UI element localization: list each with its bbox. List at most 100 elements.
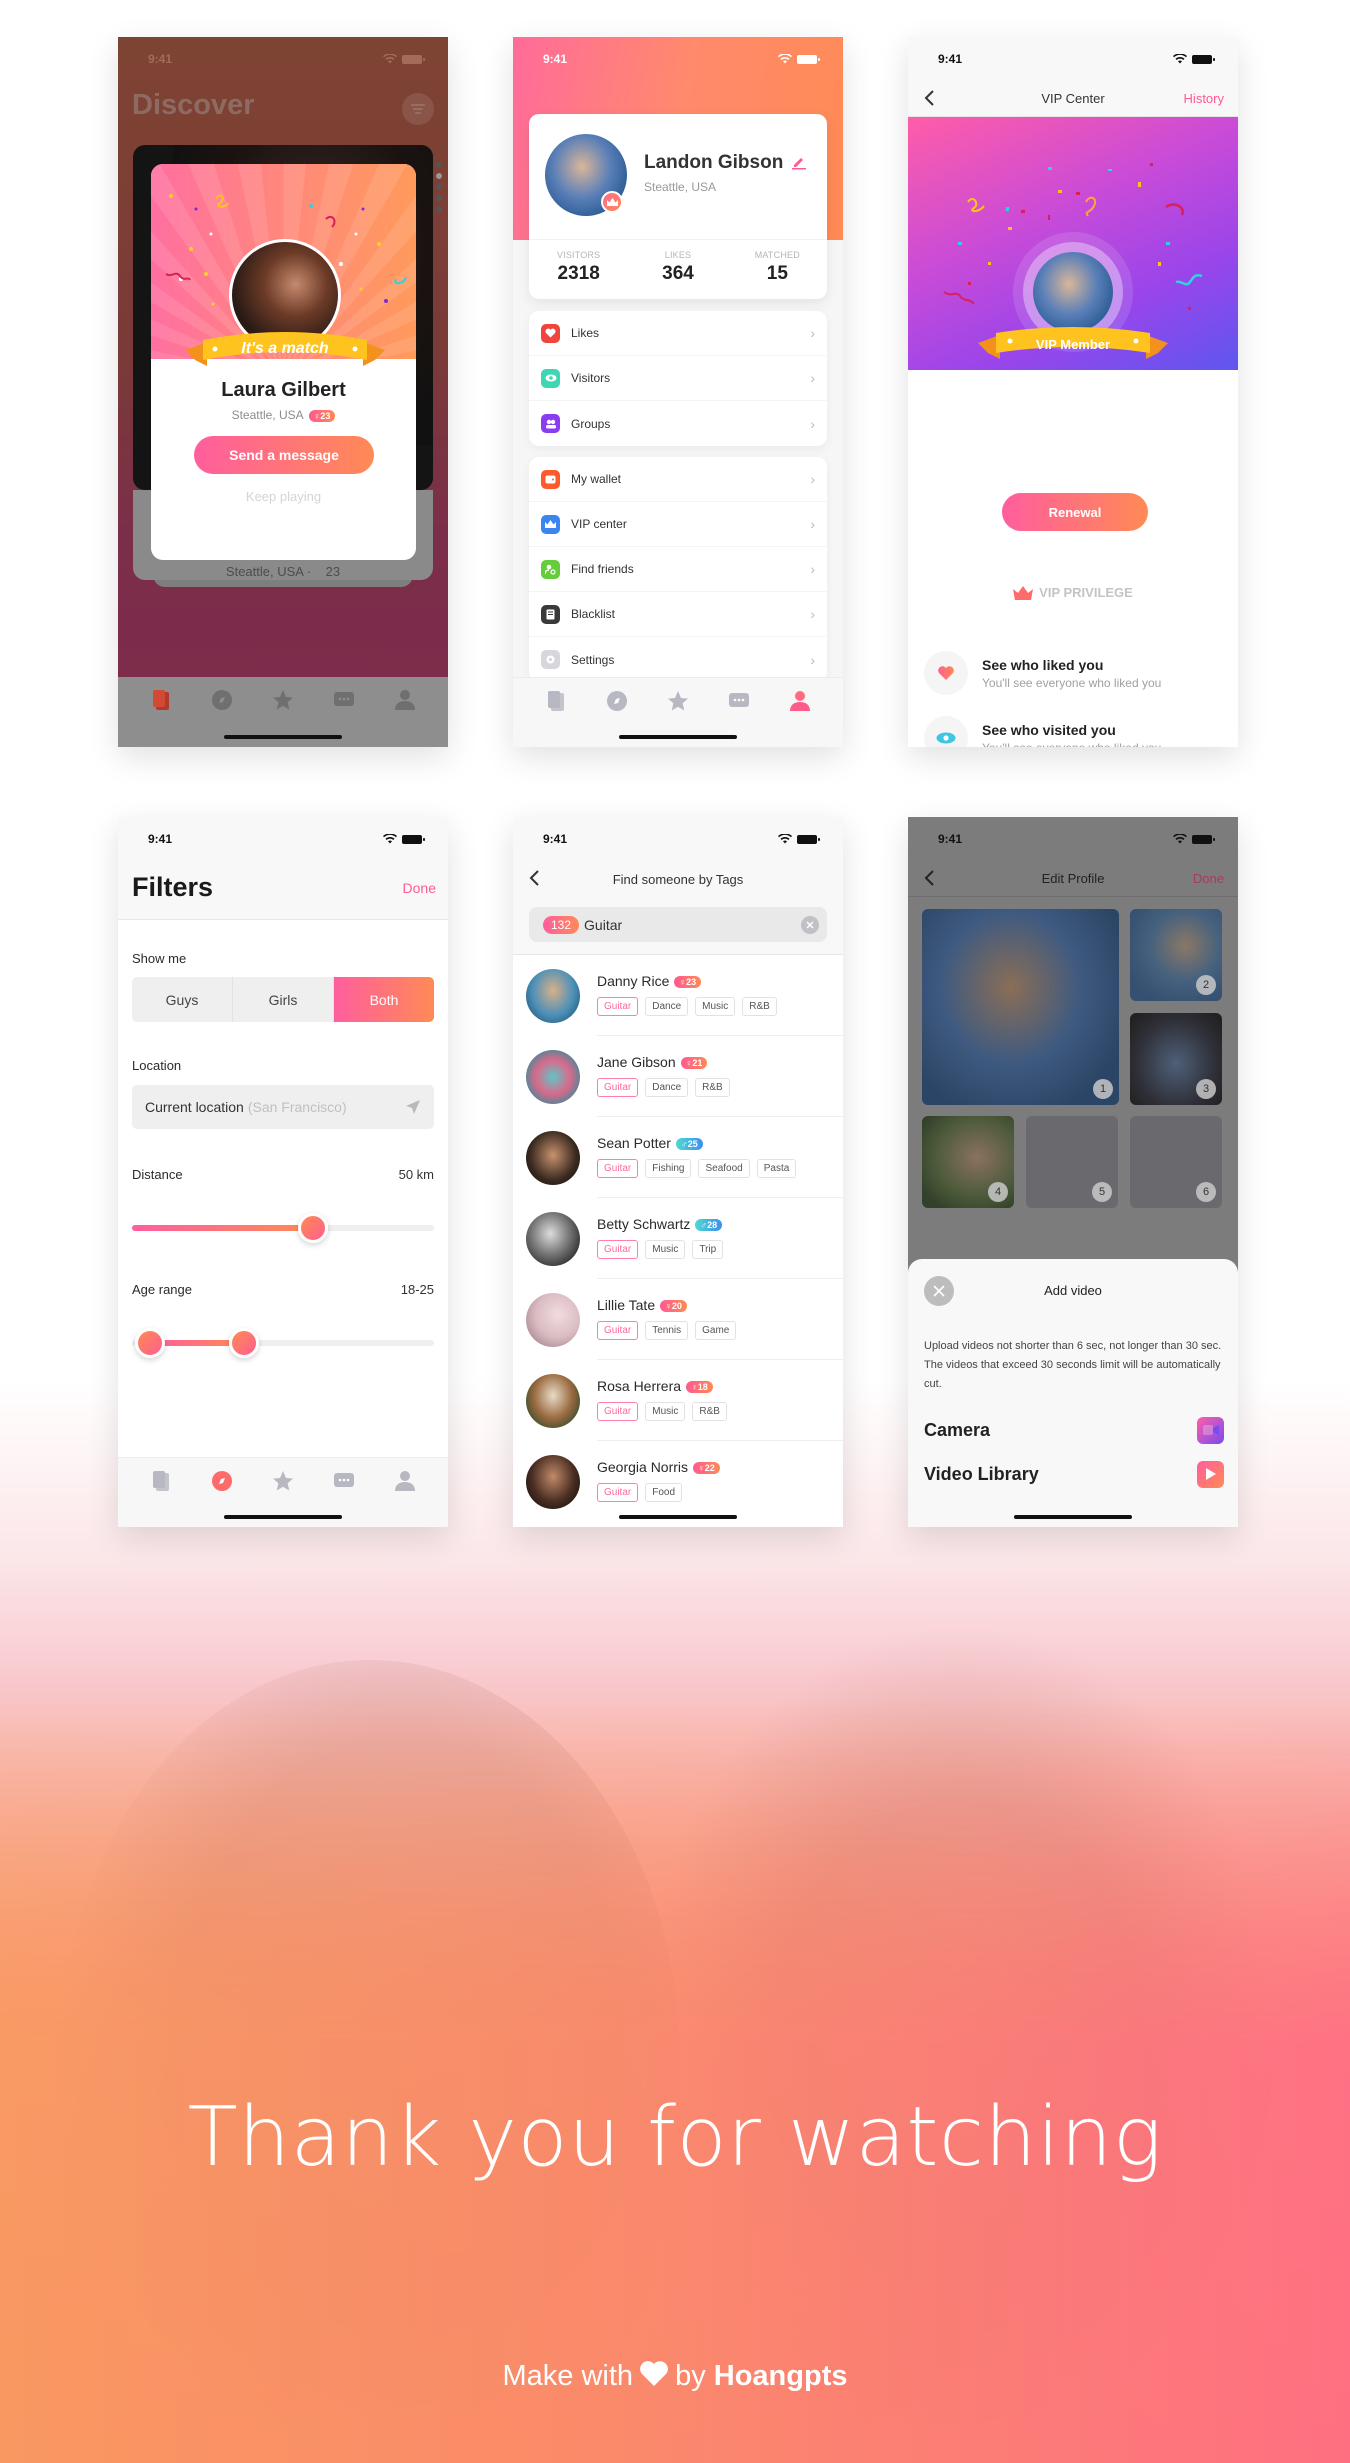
result-row[interactable]: Lillie Tate ♀20 Guitar Tennis Game [513, 1279, 843, 1360]
tag-chip[interactable]: Guitar [597, 1402, 639, 1421]
tag-chip[interactable]: Guitar [597, 1240, 639, 1259]
menu-item-settings[interactable]: Settings › [529, 637, 827, 682]
tab-favorites[interactable] [665, 688, 691, 714]
menu-item-blacklist[interactable]: Blacklist › [529, 592, 827, 637]
menu-item-visitors[interactable]: Visitors › [529, 356, 827, 401]
filter-button[interactable] [402, 93, 434, 125]
result-row[interactable]: Danny Rice ♀23 Guitar Dance Music R&B [513, 955, 843, 1036]
distance-slider-thumb[interactable] [298, 1213, 329, 1243]
stat-likes[interactable]: LIKES 364 [628, 240, 727, 299]
avatar[interactable] [526, 1455, 580, 1509]
age-max-thumb[interactable] [228, 1328, 259, 1358]
tab-messages[interactable] [331, 687, 357, 713]
photo-slot-6[interactable]: 6 [1130, 1116, 1222, 1208]
tag-chip[interactable]: R&B [692, 1402, 727, 1421]
tab-profile[interactable] [787, 688, 813, 714]
tab-cards[interactable] [543, 688, 569, 714]
tab-discover[interactable] [604, 688, 630, 714]
privilege-item-liked[interactable]: See who liked you You'll see everyone who… [924, 651, 1224, 695]
age-min-thumb[interactable] [135, 1328, 166, 1358]
keep-playing-link[interactable]: Keep playing [151, 489, 416, 504]
tag-chip[interactable]: Fishing [645, 1159, 692, 1178]
avatar[interactable] [526, 969, 580, 1023]
photo-slot-5[interactable]: 5 [1026, 1116, 1118, 1208]
tag-chip[interactable]: Dance [645, 997, 689, 1016]
avatar[interactable] [526, 1293, 580, 1347]
avatar[interactable] [526, 1374, 580, 1428]
menu-item-groups[interactable]: Groups › [529, 401, 827, 446]
result-row[interactable]: Jane Gibson ♀21 Guitar Dance R&B [513, 1036, 843, 1117]
menu-item-find-friends[interactable]: Find friends › [529, 547, 827, 592]
avatar[interactable] [526, 1131, 580, 1185]
menu-item-vip-center[interactable]: VIP center › [529, 502, 827, 547]
edit-profile-button[interactable] [791, 154, 807, 175]
tab-cards[interactable] [148, 1468, 174, 1494]
tag-chip[interactable]: Music [695, 997, 736, 1016]
result-name: Danny Rice [597, 973, 670, 989]
tab-cards[interactable] [148, 687, 174, 713]
tag-chip[interactable]: Guitar [597, 1483, 639, 1502]
photo-slot-1[interactable]: 1 [922, 909, 1119, 1105]
stat-visitors[interactable]: VISITORS 2318 [529, 240, 628, 299]
tab-discover[interactable] [209, 1468, 235, 1494]
tag-chip[interactable]: R&B [742, 997, 777, 1016]
tag-search-input[interactable]: 132 Guitar [529, 907, 827, 942]
menu-item-likes[interactable]: Likes › [529, 311, 827, 356]
stat-matched[interactable]: MATCHED 15 [728, 240, 827, 299]
done-button[interactable]: Done [1193, 871, 1224, 886]
tab-profile[interactable] [392, 687, 418, 713]
heart-icon [541, 323, 560, 343]
back-button[interactable] [525, 867, 547, 889]
tab-messages[interactable] [331, 1468, 357, 1494]
segment-guys[interactable]: Guys [132, 977, 233, 1022]
tag-chip[interactable]: Game [695, 1321, 737, 1340]
avatar[interactable] [526, 1050, 580, 1104]
location-field[interactable]: Current location (San Francisco) [132, 1085, 434, 1129]
tab-messages[interactable] [726, 688, 752, 714]
tag-chip[interactable]: Guitar [597, 1159, 639, 1178]
photo-slot-2[interactable]: 2 [1130, 909, 1222, 1001]
tab-favorites[interactable] [270, 1468, 296, 1494]
tab-profile[interactable] [392, 1468, 418, 1494]
distance-slider[interactable] [132, 1213, 434, 1243]
segment-girls[interactable]: Girls [233, 977, 334, 1022]
segment-both[interactable]: Both [334, 977, 434, 1022]
back-button[interactable] [920, 87, 942, 109]
result-row[interactable]: Rosa Herrera ♀18 Guitar Music R&B [513, 1360, 843, 1441]
tag-chip[interactable]: Seafood [698, 1159, 750, 1178]
tag-chip[interactable]: Guitar [597, 997, 639, 1016]
status-time: 9:41 [148, 832, 173, 846]
menu-item-my-wallet[interactable]: My wallet › [529, 457, 827, 502]
avatar[interactable] [526, 1212, 580, 1266]
clear-search-button[interactable] [801, 915, 819, 934]
tag-chip[interactable]: Music [645, 1402, 686, 1421]
photo-slot-4[interactable]: 4 [922, 1116, 1014, 1208]
discover-screen: 9:41 Discover Mary Burgess Steattle, USA… [118, 37, 448, 747]
tag-chip[interactable]: Dance [645, 1078, 689, 1097]
result-row[interactable]: Betty Schwartz ♂28 Guitar Music Trip [513, 1198, 843, 1279]
tag-chip[interactable]: Trip [692, 1240, 724, 1259]
result-row[interactable]: Sean Potter ♂25 Guitar Fishing Seafood Pasta [513, 1117, 843, 1198]
tag-chip[interactable]: Guitar [597, 1321, 639, 1340]
tab-favorites[interactable] [270, 687, 296, 713]
tag-chip[interactable]: Guitar [597, 1078, 639, 1097]
back-button[interactable] [920, 867, 942, 889]
tag-chip[interactable]: Tennis [645, 1321, 689, 1340]
photo-slot-3[interactable]: 3 [1130, 1013, 1222, 1105]
video-library-option[interactable]: Video Library [924, 1459, 1224, 1489]
camera-option[interactable]: Camera [924, 1415, 1224, 1445]
tag-chip[interactable]: Food [645, 1483, 683, 1502]
result-row[interactable]: Georgia Norris ♀22 Guitar Food [513, 1441, 843, 1522]
tag-list: Guitar Tennis Game [597, 1321, 737, 1340]
tag-chip[interactable]: Pasta [756, 1159, 797, 1178]
send-message-button[interactable]: Send a message [194, 436, 374, 474]
profile-location: Steattle, USA [644, 180, 717, 194]
renewal-button[interactable]: Renewal [1002, 493, 1148, 531]
tab-discover[interactable] [209, 687, 235, 713]
age-range-slider[interactable] [132, 1328, 434, 1358]
tag-chip[interactable]: R&B [695, 1078, 730, 1097]
done-button[interactable]: Done [403, 880, 436, 896]
privilege-item-visited[interactable]: See who visited youYou'll see everyone w… [924, 716, 1224, 747]
history-button[interactable]: History [1184, 91, 1224, 106]
tag-chip[interactable]: Music [645, 1240, 686, 1259]
